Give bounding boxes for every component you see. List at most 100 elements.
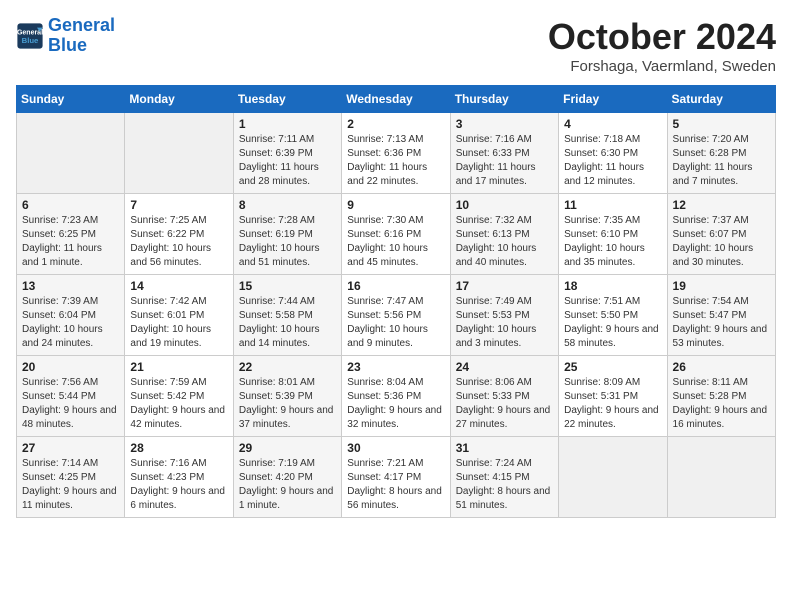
calendar-cell: 23 Sunrise: 8:04 AMSunset: 5:36 PMDayligh… bbox=[342, 356, 450, 437]
day-number: 28 bbox=[130, 441, 227, 455]
location-title: Forshaga, Vaermland, Sweden bbox=[548, 58, 776, 75]
day-number: 8 bbox=[239, 198, 336, 212]
calendar-cell: 10Sunrise: 7:32 AMSunset: 6:13 PMDayligh… bbox=[450, 194, 558, 275]
calendar-cell: 31 Sunrise: 7:24 AMSunset: 4:15 PMDayligh… bbox=[450, 437, 558, 518]
calendar-cell: 25Sunrise: 8:09 AMSunset: 5:31 PMDayligh… bbox=[559, 356, 667, 437]
calendar-cell: 4 Sunrise: 7:18 AMSunset: 6:30 PMDaylight… bbox=[559, 113, 667, 194]
calendar-cell bbox=[559, 437, 667, 518]
day-number: 3 bbox=[456, 117, 553, 131]
day-number: 14 bbox=[130, 279, 227, 293]
day-info: Sunrise: 7:16 AMSunset: 6:33 PMDaylight:… bbox=[456, 133, 553, 189]
calendar-cell: 1Sunrise: 7:11 AMSunset: 6:39 PMDaylight… bbox=[233, 113, 341, 194]
calendar-cell: 16Sunrise: 7:47 AMSunset: 5:56 PMDayligh… bbox=[342, 275, 450, 356]
day-info: Sunrise: 8:09 AMSunset: 5:31 PMDaylight:… bbox=[564, 376, 661, 432]
day-info: Sunrise: 7:44 AMSunset: 5:58 PMDaylight:… bbox=[239, 295, 336, 351]
day-number: 24 bbox=[456, 360, 553, 374]
day-info: Sunrise: 8:04 AMSunset: 5:36 PMDaylight:… bbox=[347, 376, 444, 432]
weekday-header: Thursday bbox=[450, 86, 558, 113]
day-info: Sunrise: 7:59 AMSunset: 5:42 PMDaylight:… bbox=[130, 376, 227, 432]
calendar-cell: 20 Sunrise: 7:56 AMSunset: 5:44 PMDayligh… bbox=[17, 356, 125, 437]
day-number: 4 bbox=[564, 117, 661, 131]
day-info: Sunrise: 7:13 AMSunset: 6:36 PMDaylight:… bbox=[347, 133, 444, 189]
day-info: Sunrise: 7:37 AMSunset: 6:07 PMDaylight:… bbox=[673, 214, 770, 270]
logo-line1: General bbox=[48, 15, 115, 35]
calendar-cell bbox=[125, 113, 233, 194]
day-number: 2 bbox=[347, 117, 444, 131]
calendar-week-row: 13Sunrise: 7:39 AMSunset: 6:04 PMDayligh… bbox=[17, 275, 776, 356]
day-info: Sunrise: 8:01 AMSunset: 5:39 PMDaylight:… bbox=[239, 376, 336, 432]
calendar-cell: 8Sunrise: 7:28 AMSunset: 6:19 PMDaylight… bbox=[233, 194, 341, 275]
day-number: 19 bbox=[673, 279, 770, 293]
day-number: 9 bbox=[347, 198, 444, 212]
day-info: Sunrise: 7:11 AMSunset: 6:39 PMDaylight:… bbox=[239, 133, 336, 189]
calendar-table: SundayMondayTuesdayWednesdayThursdayFrid… bbox=[16, 85, 776, 518]
day-info: Sunrise: 7:39 AMSunset: 6:04 PMDaylight:… bbox=[22, 295, 119, 351]
weekday-header: Tuesday bbox=[233, 86, 341, 113]
calendar-week-row: 1Sunrise: 7:11 AMSunset: 6:39 PMDaylight… bbox=[17, 113, 776, 194]
day-number: 7 bbox=[130, 198, 227, 212]
calendar-cell: 2 Sunrise: 7:13 AMSunset: 6:36 PMDaylight… bbox=[342, 113, 450, 194]
calendar-cell: 12 Sunrise: 7:37 AMSunset: 6:07 PMDayligh… bbox=[667, 194, 775, 275]
page-header: General Blue General Blue October 2024 F… bbox=[16, 16, 776, 75]
calendar-cell: 9Sunrise: 7:30 AMSunset: 6:16 PMDaylight… bbox=[342, 194, 450, 275]
day-number: 6 bbox=[22, 198, 119, 212]
day-number: 22 bbox=[239, 360, 336, 374]
day-number: 17 bbox=[456, 279, 553, 293]
day-info: Sunrise: 7:49 AMSunset: 5:53 PMDaylight:… bbox=[456, 295, 553, 351]
day-info: Sunrise: 8:11 AMSunset: 5:28 PMDaylight:… bbox=[673, 376, 770, 432]
day-number: 15 bbox=[239, 279, 336, 293]
day-number: 31 bbox=[456, 441, 553, 455]
day-number: 12 bbox=[673, 198, 770, 212]
calendar-week-row: 20 Sunrise: 7:56 AMSunset: 5:44 PMDayligh… bbox=[17, 356, 776, 437]
day-info: Sunrise: 7:14 AMSunset: 4:25 PMDaylight:… bbox=[22, 457, 119, 513]
logo-line2: Blue bbox=[48, 35, 87, 55]
month-title: October 2024 bbox=[548, 16, 776, 58]
calendar-cell: 17 Sunrise: 7:49 AMSunset: 5:53 PMDayligh… bbox=[450, 275, 558, 356]
calendar-week-row: 6 Sunrise: 7:23 AMSunset: 6:25 PMDaylight… bbox=[17, 194, 776, 275]
calendar-cell: 30 Sunrise: 7:21 AMSunset: 4:17 PMDayligh… bbox=[342, 437, 450, 518]
day-info: Sunrise: 7:21 AMSunset: 4:17 PMDaylight:… bbox=[347, 457, 444, 513]
calendar-cell: 3 Sunrise: 7:16 AMSunset: 6:33 PMDaylight… bbox=[450, 113, 558, 194]
calendar-cell: 13Sunrise: 7:39 AMSunset: 6:04 PMDayligh… bbox=[17, 275, 125, 356]
day-info: Sunrise: 7:54 AMSunset: 5:47 PMDaylight:… bbox=[673, 295, 770, 351]
day-info: Sunrise: 7:20 AMSunset: 6:28 PMDaylight:… bbox=[673, 133, 770, 189]
day-info: Sunrise: 7:56 AMSunset: 5:44 PMDaylight:… bbox=[22, 376, 119, 432]
logo: General Blue General Blue bbox=[16, 16, 115, 56]
calendar-cell: 22 Sunrise: 8:01 AMSunset: 5:39 PMDayligh… bbox=[233, 356, 341, 437]
weekday-header: Wednesday bbox=[342, 86, 450, 113]
day-info: Sunrise: 7:23 AMSunset: 6:25 PMDaylight:… bbox=[22, 214, 119, 270]
calendar-cell: 26 Sunrise: 8:11 AMSunset: 5:28 PMDayligh… bbox=[667, 356, 775, 437]
title-block: October 2024 Forshaga, Vaermland, Sweden bbox=[548, 16, 776, 75]
calendar-week-row: 27 Sunrise: 7:14 AMSunset: 4:25 PMDayligh… bbox=[17, 437, 776, 518]
calendar-cell: 21 Sunrise: 7:59 AMSunset: 5:42 PMDayligh… bbox=[125, 356, 233, 437]
calendar-cell: 14Sunrise: 7:42 AMSunset: 6:01 PMDayligh… bbox=[125, 275, 233, 356]
day-info: Sunrise: 8:06 AMSunset: 5:33 PMDaylight:… bbox=[456, 376, 553, 432]
weekday-header: Friday bbox=[559, 86, 667, 113]
day-number: 27 bbox=[22, 441, 119, 455]
day-info: Sunrise: 7:32 AMSunset: 6:13 PMDaylight:… bbox=[456, 214, 553, 270]
weekday-header: Sunday bbox=[17, 86, 125, 113]
calendar-cell: 27 Sunrise: 7:14 AMSunset: 4:25 PMDayligh… bbox=[17, 437, 125, 518]
logo-icon: General Blue bbox=[16, 22, 44, 50]
day-info: Sunrise: 7:24 AMSunset: 4:15 PMDaylight:… bbox=[456, 457, 553, 513]
weekday-header: Saturday bbox=[667, 86, 775, 113]
calendar-cell: 5 Sunrise: 7:20 AMSunset: 6:28 PMDaylight… bbox=[667, 113, 775, 194]
calendar-cell: 18Sunrise: 7:51 AMSunset: 5:50 PMDayligh… bbox=[559, 275, 667, 356]
day-info: Sunrise: 7:18 AMSunset: 6:30 PMDaylight:… bbox=[564, 133, 661, 189]
day-number: 23 bbox=[347, 360, 444, 374]
header-row: SundayMondayTuesdayWednesdayThursdayFrid… bbox=[17, 86, 776, 113]
calendar-cell: 11Sunrise: 7:35 AMSunset: 6:10 PMDayligh… bbox=[559, 194, 667, 275]
day-number: 11 bbox=[564, 198, 661, 212]
weekday-header: Monday bbox=[125, 86, 233, 113]
day-number: 26 bbox=[673, 360, 770, 374]
day-number: 21 bbox=[130, 360, 227, 374]
day-number: 30 bbox=[347, 441, 444, 455]
calendar-cell: 19 Sunrise: 7:54 AMSunset: 5:47 PMDayligh… bbox=[667, 275, 775, 356]
day-info: Sunrise: 7:16 AMSunset: 4:23 PMDaylight:… bbox=[130, 457, 227, 513]
day-number: 5 bbox=[673, 117, 770, 131]
calendar-cell: 15 Sunrise: 7:44 AMSunset: 5:58 PMDayligh… bbox=[233, 275, 341, 356]
day-info: Sunrise: 7:51 AMSunset: 5:50 PMDaylight:… bbox=[564, 295, 661, 351]
svg-text:Blue: Blue bbox=[22, 36, 39, 45]
calendar-cell: 29Sunrise: 7:19 AMSunset: 4:20 PMDayligh… bbox=[233, 437, 341, 518]
day-number: 20 bbox=[22, 360, 119, 374]
